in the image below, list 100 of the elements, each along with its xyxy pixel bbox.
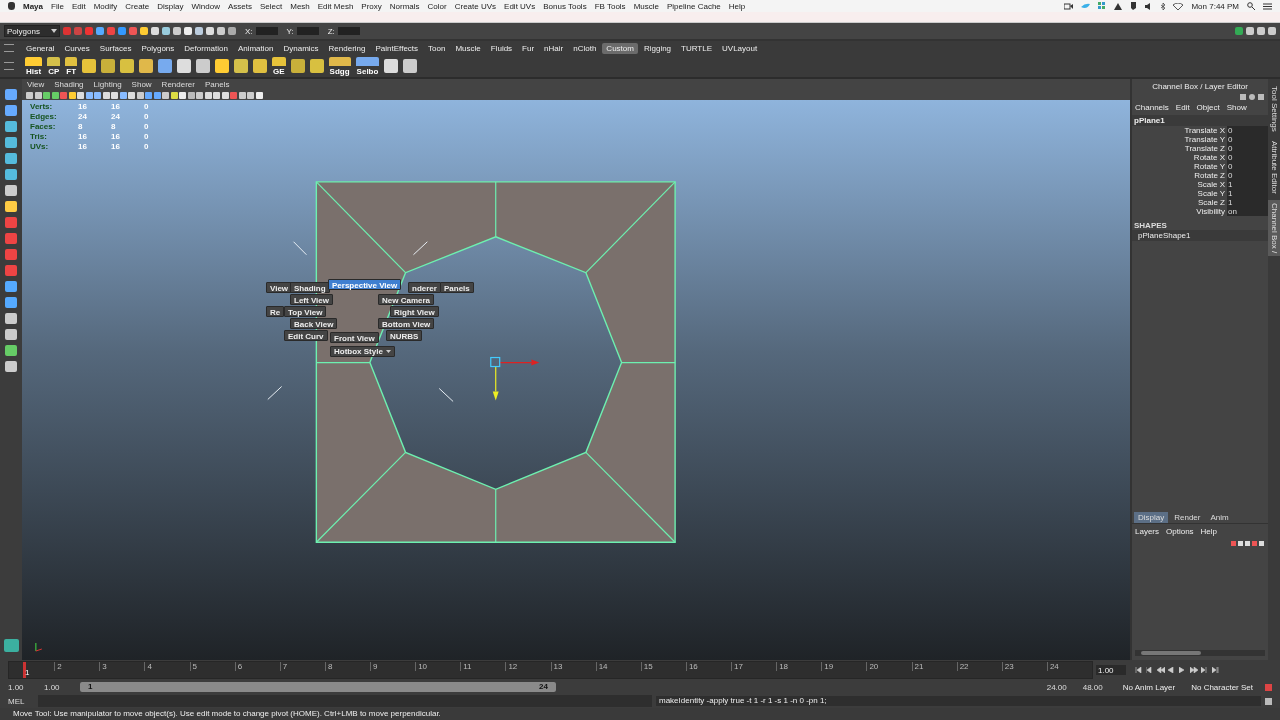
menu-item[interactable]: Pipeline Cache — [666, 1, 721, 11]
shelf-tab[interactable]: Muscle — [451, 42, 485, 54]
shelf-button[interactable]: Selbo — [355, 56, 380, 76]
shelf-button[interactable] — [384, 59, 399, 73]
panel-menu-item[interactable]: Lighting — [93, 80, 122, 89]
attribute-value[interactable]: 0 — [1227, 135, 1268, 144]
attribute-name[interactable]: Rotate Y — [1194, 162, 1227, 171]
attribute-value[interactable]: 0 — [1227, 162, 1268, 171]
marking-menu-item[interactable]: Left View — [290, 294, 333, 305]
mode-dropdown[interactable]: Polygons — [4, 25, 60, 37]
playback-icon[interactable] — [1146, 667, 1154, 673]
range-end-field[interactable]: 24.00 — [1046, 682, 1075, 692]
attribute-value[interactable]: 1 — [1227, 189, 1268, 198]
menu-item[interactable]: Assets — [227, 1, 252, 11]
shelf-tab[interactable]: Surfaces — [95, 42, 136, 54]
hotbox-style-button[interactable]: Hotbox Style — [330, 346, 395, 357]
tool-icon[interactable] — [5, 105, 17, 116]
start-time-field[interactable]: 1.00 — [8, 682, 36, 692]
tool-icon[interactable] — [3, 639, 19, 652]
marking-menu-item[interactable]: Panels — [440, 282, 474, 293]
wifi-icon[interactable] — [1173, 2, 1184, 10]
attribute-value[interactable]: 1 — [1227, 180, 1268, 189]
shelf-button[interactable] — [158, 59, 173, 73]
time-slider[interactable]: 1 2 3 4 5 6 7 8 9 10 11 12 13 14 15 16 17 18 19 20 21 22 23 24 — [8, 661, 1093, 679]
current-time-marker[interactable] — [23, 662, 26, 678]
marking-menu-item[interactable]: Front View — [330, 332, 379, 343]
script-language-label[interactable]: MEL — [8, 696, 34, 706]
tool-icon[interactable] — [5, 313, 17, 324]
object-name[interactable]: pPlane1 — [1132, 115, 1268, 126]
menu-item[interactable]: Muscle — [633, 1, 659, 11]
attribute-value[interactable]: 0 — [1227, 171, 1268, 180]
attribute-name[interactable]: Rotate X — [1193, 153, 1227, 162]
menu-item[interactable]: Help — [1200, 527, 1218, 536]
tool-icon[interactable] — [5, 297, 17, 308]
tool-icon[interactable] — [5, 233, 17, 244]
triangle-icon[interactable] — [1114, 2, 1123, 10]
playback-icon[interactable] — [1212, 667, 1220, 673]
marking-menu-item[interactable]: Perspective View — [328, 279, 402, 290]
end-time-field[interactable]: 48.00 — [1082, 682, 1111, 692]
shelf-button[interactable]: Sdgg — [328, 56, 351, 76]
shelf-button[interactable] — [82, 59, 97, 73]
panel-menu-item[interactable]: Renderer — [161, 80, 195, 89]
menu-item[interactable]: Create UVs — [454, 1, 497, 11]
tool-icon[interactable] — [5, 89, 17, 100]
attribute-name[interactable]: Translate X — [1184, 126, 1227, 135]
tool-icon[interactable] — [5, 121, 17, 132]
shelf-tab[interactable]: nCloth — [569, 42, 601, 54]
tool-icon[interactable] — [5, 201, 17, 212]
marking-menu-item[interactable]: Bottom View — [378, 318, 435, 329]
attribute-name[interactable]: Scale Y — [1197, 189, 1227, 198]
marking-menu-item[interactable]: NURBS — [386, 330, 423, 341]
marking-menu-item[interactable]: Right View — [390, 306, 439, 317]
menu-item[interactable]: File — [51, 1, 64, 11]
shelf-tab[interactable]: Custom — [602, 42, 638, 54]
grid-icon[interactable] — [1098, 2, 1107, 10]
shelf-tab[interactable]: TURTLE — [677, 42, 717, 54]
menu-item[interactable]: Display — [157, 1, 184, 11]
attribute-name[interactable]: Scale X — [1197, 180, 1227, 189]
attribute-name[interactable]: Translate Y — [1184, 135, 1227, 144]
shelf-tab[interactable]: Fluids — [486, 42, 517, 54]
menu-item[interactable]: Options — [1166, 527, 1194, 536]
shelf-tab[interactable]: Animation — [233, 42, 278, 54]
shelf-tab[interactable]: Polygons — [137, 42, 179, 54]
marking-menu-item[interactable]: Edit Curv — [284, 330, 328, 341]
tool-icon[interactable] — [5, 217, 17, 228]
list-icon[interactable] — [1263, 2, 1272, 10]
shelf-button[interactable] — [215, 59, 230, 73]
key-icon[interactable] — [1265, 683, 1272, 691]
playback-icon[interactable] — [1190, 667, 1198, 673]
menu-item[interactable]: Color — [427, 1, 447, 11]
shelf-tab[interactable]: Fur — [518, 42, 539, 54]
tool-icon[interactable] — [5, 169, 17, 180]
shelf-tab[interactable]: Toon — [424, 42, 450, 54]
playback-icon[interactable] — [1201, 667, 1209, 673]
shelf-button[interactable] — [177, 59, 192, 73]
marking-menu-item[interactable]: Top View — [284, 306, 327, 317]
menu-item[interactable]: Show — [1226, 103, 1247, 112]
menu-item[interactable]: Layers — [1135, 527, 1159, 536]
marking-menu-item[interactable]: Back View — [290, 318, 338, 329]
move-manipulator-drawing[interactable] — [490, 356, 540, 401]
tool-icon[interactable] — [5, 137, 17, 148]
shelf-tab[interactable]: General — [22, 42, 59, 54]
scrollbar[interactable] — [1135, 650, 1265, 656]
shelf-button[interactable] — [290, 59, 305, 73]
attribute-value[interactable]: 0 — [1227, 126, 1268, 135]
marking-menu-item[interactable]: New Camera — [378, 294, 435, 305]
shelf-button[interactable] — [234, 59, 249, 73]
playback-icon[interactable] — [1135, 667, 1143, 673]
bluetooth-icon[interactable] — [1161, 2, 1166, 10]
menu-item[interactable]: FB Tools — [594, 1, 626, 11]
tool-icon[interactable] — [5, 185, 17, 196]
shelf-button[interactable] — [139, 59, 154, 73]
script-editor-icon[interactable] — [1265, 697, 1272, 705]
attribute-name[interactable]: Scale Z — [1197, 198, 1227, 207]
panel-menu-item[interactable]: Panels — [204, 80, 230, 89]
menu-item[interactable]: Edit UVs — [504, 1, 536, 11]
layer-tab[interactable]: Display — [1134, 512, 1169, 523]
tool-icon[interactable] — [5, 329, 17, 340]
shelf-tab[interactable]: Deformation — [180, 42, 232, 54]
tool-icon[interactable] — [5, 249, 17, 260]
